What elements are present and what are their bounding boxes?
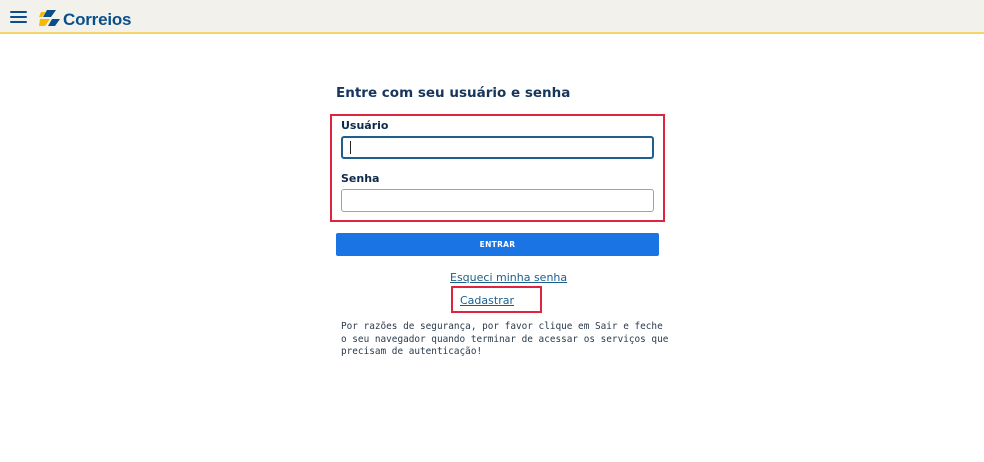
username-input[interactable]	[341, 136, 654, 159]
login-submit-button[interactable]: ENTRAR	[336, 233, 659, 256]
top-navigation-bar: Correios	[0, 0, 984, 34]
password-label: Senha	[341, 172, 380, 185]
forgot-password-link[interactable]: Esqueci minha senha	[450, 271, 567, 284]
security-notice: Por razões de segurança, por favor cliqu…	[341, 321, 669, 357]
password-input[interactable]	[341, 189, 654, 212]
correios-logo-icon[interactable]	[38, 8, 62, 28]
correios-logo-text[interactable]: Correios	[63, 10, 132, 30]
login-title: Entre com seu usuário e senha	[336, 85, 571, 101]
hamburger-menu-icon[interactable]	[10, 11, 27, 24]
text-caret	[350, 141, 351, 154]
username-label: Usuário	[341, 119, 389, 132]
register-link[interactable]: Cadastrar	[460, 294, 514, 307]
